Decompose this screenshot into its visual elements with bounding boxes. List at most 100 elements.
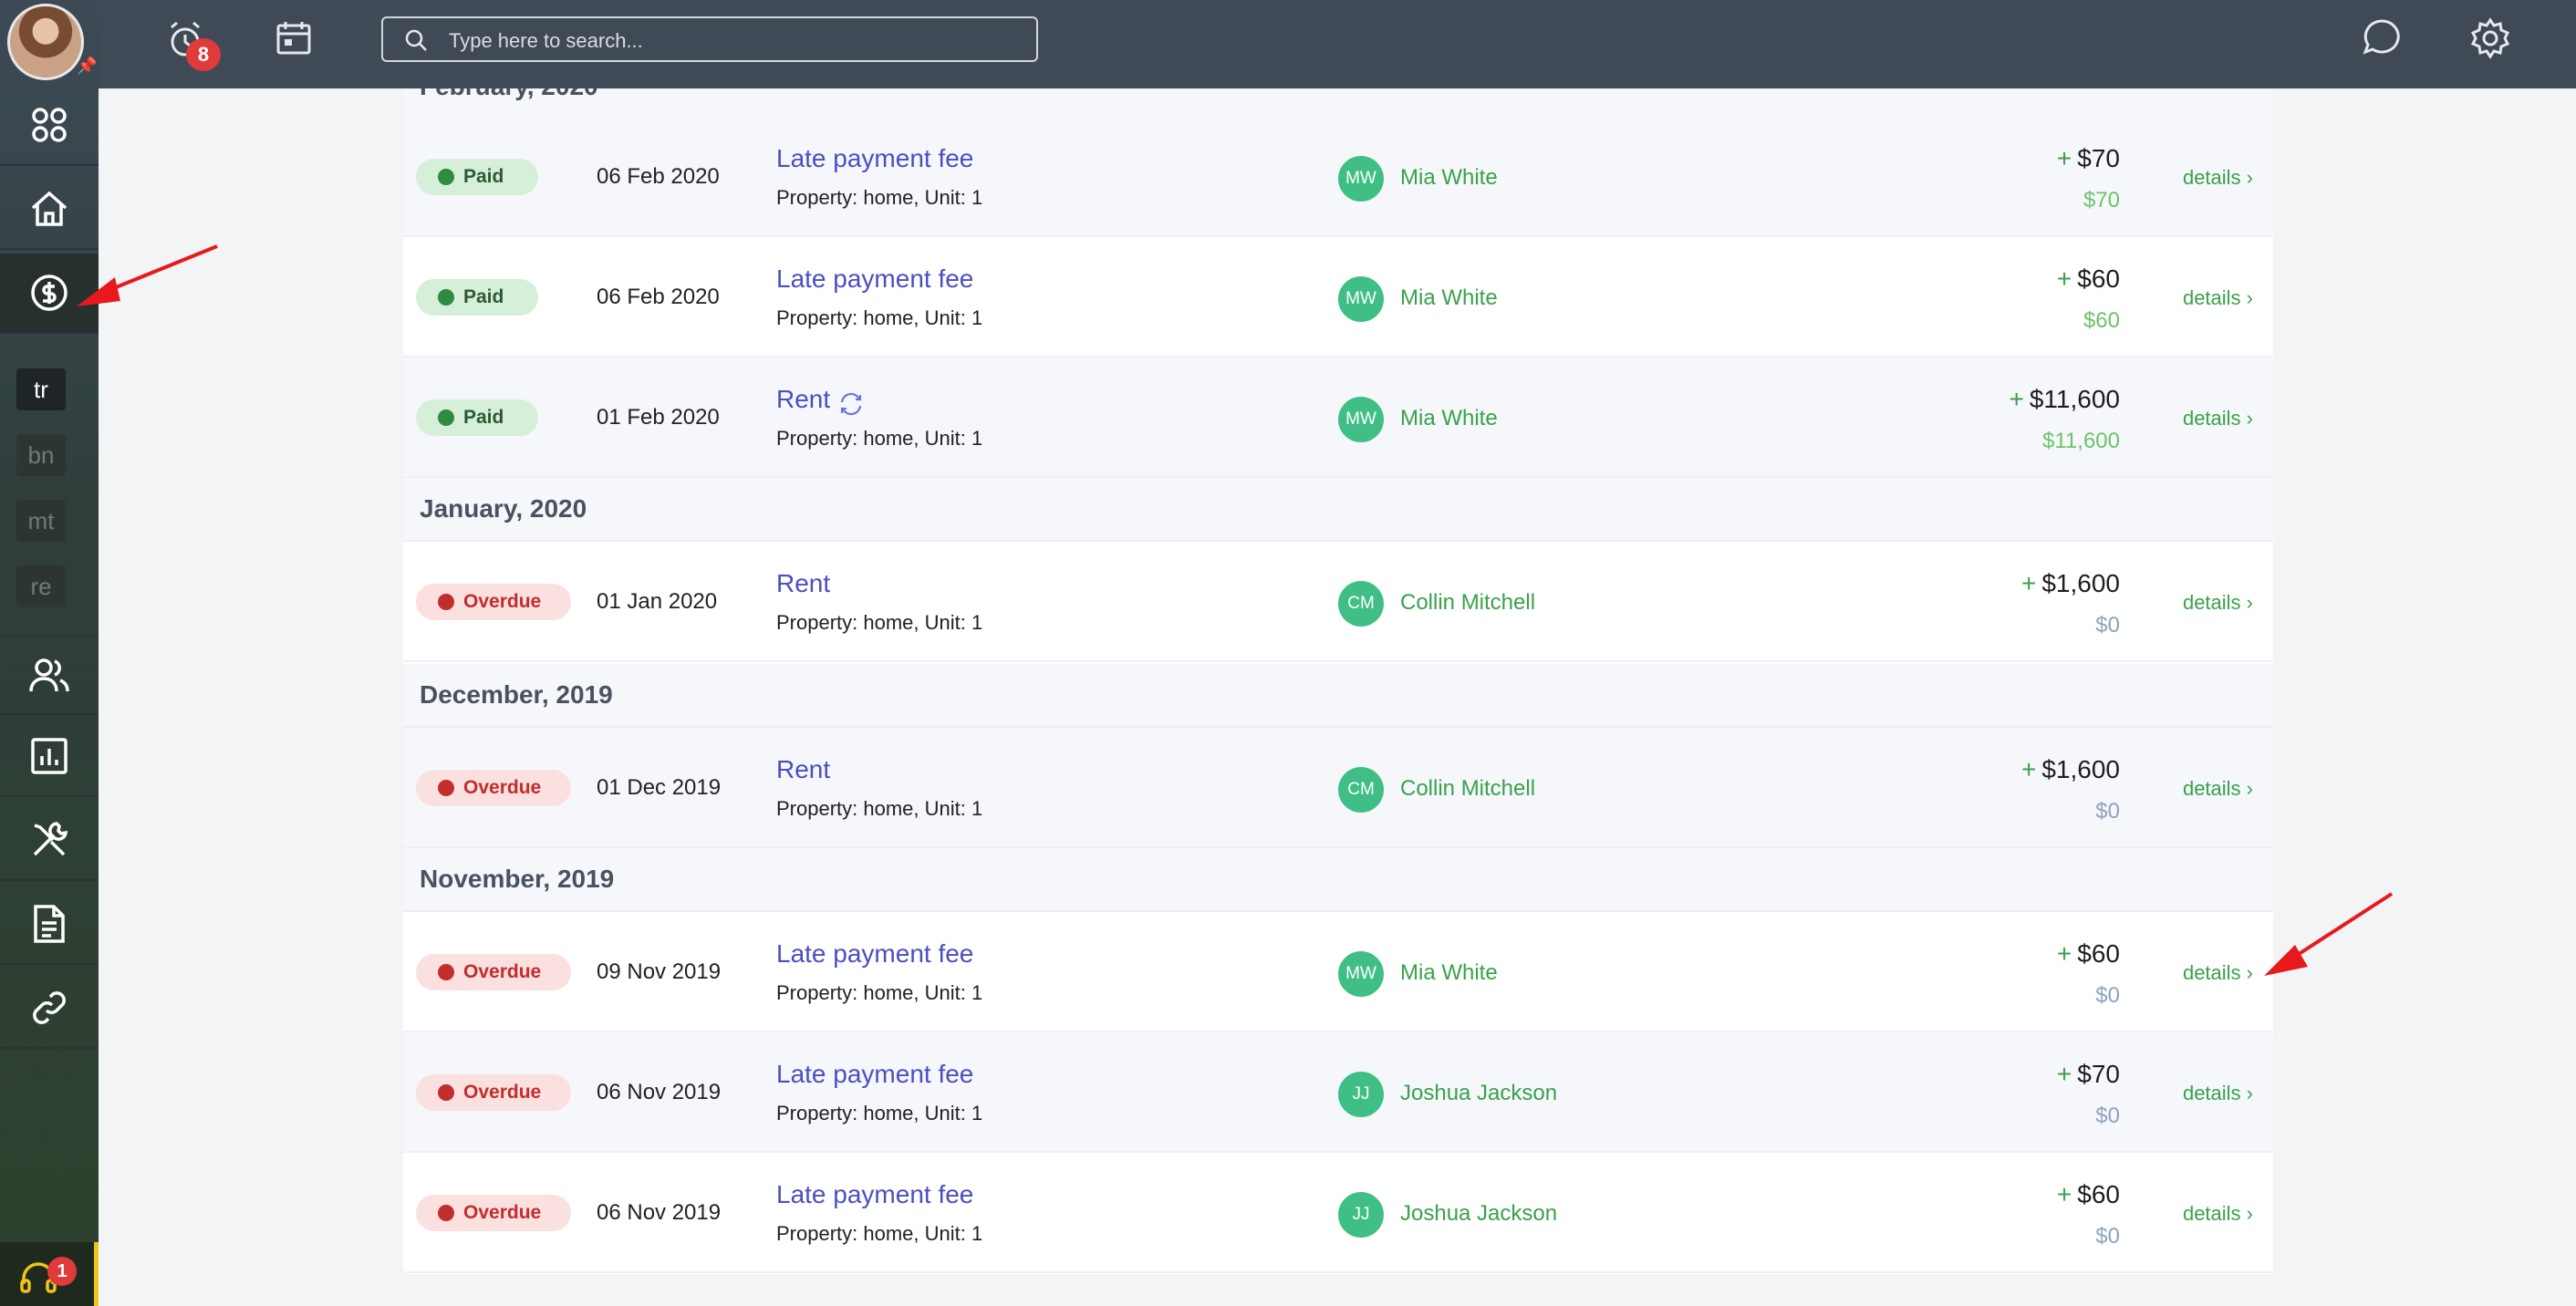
link-icon: [33, 991, 66, 1024]
chevron-right-icon: ›: [2246, 961, 2253, 984]
details-link[interactable]: details ›: [2183, 777, 2253, 801]
tenant-initials: CM: [1347, 594, 1375, 613]
tenant-name[interactable]: Collin Mitchell: [1400, 590, 1535, 616]
table-row[interactable]: Paid 01 Feb 2020 Rent Property: home, Un…: [403, 358, 2273, 478]
tenant-avatar: MW: [1338, 276, 1384, 322]
sidebar-item-documents[interactable]: [0, 885, 99, 965]
status-label: Paid: [463, 407, 504, 428]
details-label: details: [2182, 777, 2241, 800]
clock-icon: [438, 964, 454, 980]
chip-label: bn: [27, 441, 55, 469]
sidebar-chip-mt[interactable]: mt: [16, 500, 66, 542]
tools-icon: [33, 822, 68, 856]
chip-label: re: [30, 572, 52, 600]
table-row[interactable]: Overdue 06 Nov 2019 Late payment fee Pro…: [403, 1032, 2273, 1153]
top-bar: 8: [0, 0, 2576, 88]
transaction-title[interactable]: Late payment fee: [776, 1060, 973, 1089]
recurring-icon: [837, 390, 865, 418]
sidebar-item-people[interactable]: [0, 635, 99, 715]
transaction-date: 06 Nov 2019: [597, 1080, 722, 1104]
sidebar-item-dashboard[interactable]: [0, 86, 99, 166]
details-link[interactable]: details ›: [2183, 407, 2253, 430]
transaction-date: 01 Jan 2020: [597, 589, 718, 614]
notifications-count: 8: [197, 43, 210, 66]
transaction-title[interactable]: Rent: [776, 755, 830, 784]
tenant-name[interactable]: Mia White: [1400, 406, 1498, 431]
grid-icon: [32, 108, 67, 142]
details-link[interactable]: details ›: [2183, 1082, 2253, 1105]
transaction-title[interactable]: Rent: [776, 385, 830, 414]
amount: + $70: [2057, 1060, 2120, 1089]
paid-amount: $0: [2095, 1104, 2120, 1128]
month-header: December, 2019: [403, 664, 2273, 728]
calendar-icon[interactable]: [274, 18, 314, 58]
search-input[interactable]: [447, 24, 1016, 58]
plus-icon: +: [2009, 385, 2024, 413]
month-header: November, 2019: [403, 848, 2273, 912]
table-row[interactable]: Overdue 06 Nov 2019 Late payment fee Pro…: [403, 1153, 2273, 1273]
transaction-date: 06 Feb 2020: [597, 164, 720, 189]
transaction-title[interactable]: Late payment fee: [776, 939, 973, 969]
chip-label: tr: [34, 375, 48, 403]
paid-amount: $0: [2095, 983, 2120, 1008]
details-link[interactable]: details ›: [2183, 286, 2253, 310]
chevron-right-icon: ›: [2246, 166, 2253, 189]
gear-icon[interactable]: [2468, 16, 2512, 60]
tenant-initials: CM: [1347, 780, 1375, 799]
chat-icon[interactable]: [2361, 16, 2403, 58]
pin-icon[interactable]: 📌: [77, 57, 97, 75]
tenant-avatar: MW: [1338, 397, 1384, 442]
table-row[interactable]: Overdue 01 Jan 2020 Rent Property: home,…: [403, 542, 2273, 662]
transaction-title[interactable]: Late payment fee: [776, 144, 973, 173]
plus-icon: +: [2056, 1180, 2072, 1208]
status-badge: Overdue: [416, 954, 571, 990]
sidebar-chip-bn[interactable]: bn: [16, 434, 66, 476]
plus-icon: +: [2056, 264, 2072, 293]
tenant-name[interactable]: Mia White: [1400, 960, 1498, 986]
sidebar-chip-tr[interactable]: tr: [16, 368, 66, 410]
table-row[interactable]: Paid 06 Feb 2020 Late payment fee Proper…: [403, 117, 2273, 237]
amount: + $60: [2057, 1180, 2120, 1209]
search-box[interactable]: [381, 16, 1038, 62]
amount: + $11,600: [2010, 385, 2121, 414]
notifications-badge: 8: [186, 38, 221, 71]
sidebar-item-reports[interactable]: [0, 717, 99, 797]
tenant-initials: MW: [1345, 409, 1376, 429]
tenant-name[interactable]: Mia White: [1400, 285, 1498, 311]
amount-value: $70: [2077, 144, 2120, 172]
details-link[interactable]: details ›: [2183, 961, 2253, 985]
amount: + $60: [2057, 264, 2120, 294]
tenant-name[interactable]: Mia White: [1400, 165, 1498, 191]
month-label: November, 2019: [420, 865, 615, 893]
table-row[interactable]: Paid 06 Feb 2020 Late payment fee Proper…: [403, 237, 2273, 358]
tenant-name[interactable]: Joshua Jackson: [1400, 1201, 1557, 1227]
amount-value: $70: [2077, 1060, 2120, 1088]
tenant-name[interactable]: Collin Mitchell: [1400, 776, 1535, 802]
transaction-date: 09 Nov 2019: [597, 959, 722, 984]
sidebar-item-links[interactable]: [0, 969, 99, 1049]
tenant-avatar: CM: [1338, 767, 1384, 813]
details-label: details: [2182, 591, 2241, 614]
chevron-right-icon: ›: [2246, 1202, 2253, 1225]
sidebar-chip-re[interactable]: re: [16, 565, 66, 607]
details-link[interactable]: details ›: [2183, 1202, 2253, 1226]
details-link[interactable]: details ›: [2183, 591, 2253, 615]
avatar[interactable]: [7, 4, 84, 80]
tenant-initials: JJ: [1352, 1205, 1370, 1224]
transaction-title[interactable]: Late payment fee: [776, 264, 973, 294]
table-row[interactable]: Overdue 01 Dec 2019 Rent Property: home,…: [403, 728, 2273, 848]
transaction-title[interactable]: Rent: [776, 569, 830, 598]
tenant-name[interactable]: Joshua Jackson: [1400, 1081, 1557, 1106]
details-link[interactable]: details ›: [2183, 166, 2253, 190]
tenant-avatar: CM: [1338, 581, 1384, 627]
chevron-right-icon: ›: [2246, 777, 2253, 800]
transaction-title[interactable]: Late payment fee: [776, 1180, 973, 1209]
clock-icon: [438, 1205, 454, 1221]
table-row[interactable]: Overdue 09 Nov 2019 Late payment fee Pro…: [403, 912, 2273, 1032]
sidebar-item-maintenance[interactable]: [0, 801, 99, 881]
help-badge: 1: [47, 1257, 77, 1286]
document-icon: [34, 905, 65, 943]
amount-value: $11,600: [2029, 385, 2120, 413]
paid-amount: $0: [2095, 613, 2120, 637]
plus-icon: +: [2056, 1060, 2072, 1088]
